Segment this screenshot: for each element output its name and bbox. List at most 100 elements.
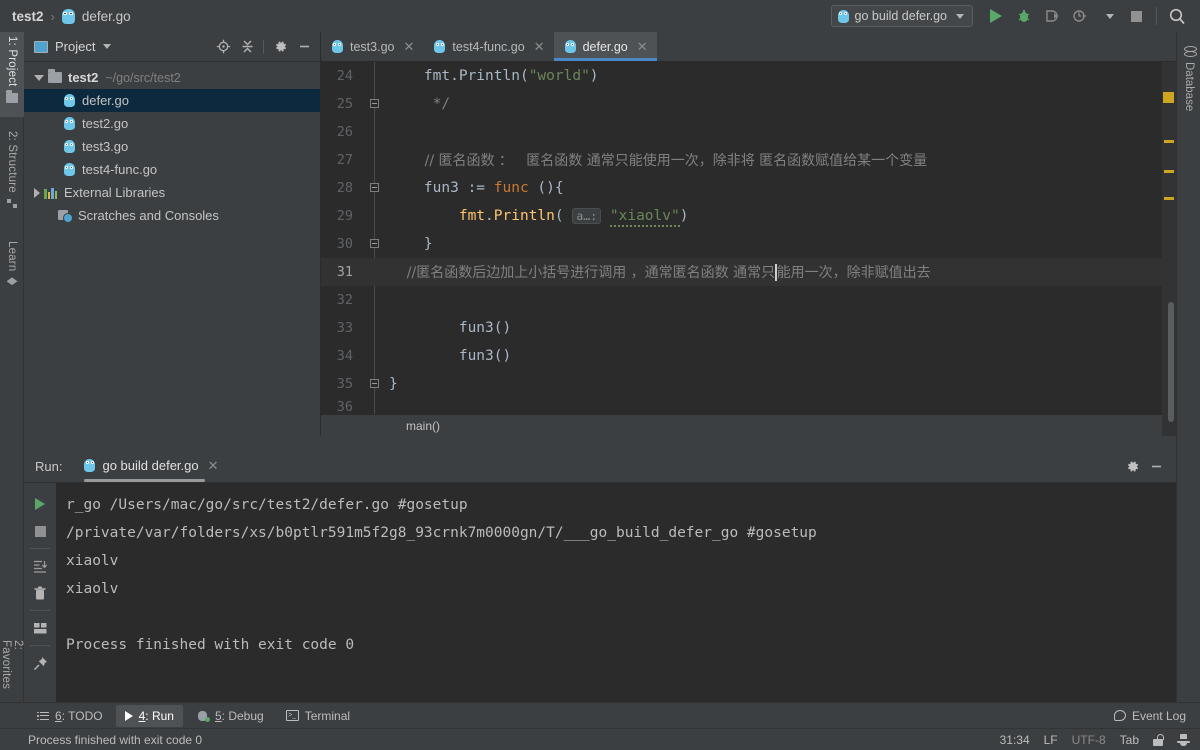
toolbar-divider bbox=[1156, 7, 1157, 25]
code-line[interactable]: 25 */ bbox=[321, 90, 1176, 118]
sidebar-tab-project[interactable]: 1: Project bbox=[0, 32, 24, 117]
indent-setting[interactable]: Tab bbox=[1120, 733, 1139, 747]
editor-scrollbar-thumb[interactable] bbox=[1168, 302, 1174, 422]
caret-position[interactable]: 31:34 bbox=[1000, 733, 1030, 747]
code-line[interactable]: 28 fun3 := func (){ bbox=[321, 174, 1176, 202]
debug-button[interactable] bbox=[1011, 3, 1037, 29]
editor-marker-gutter[interactable] bbox=[1162, 62, 1176, 436]
breadcrumb-file[interactable]: defer.go bbox=[82, 9, 131, 24]
fold-gutter[interactable] bbox=[363, 378, 385, 391]
close-icon[interactable]: ✕ bbox=[403, 40, 414, 53]
file-encoding[interactable]: UTF-8 bbox=[1072, 733, 1106, 747]
run-settings-button[interactable] bbox=[1122, 456, 1142, 476]
console-output[interactable]: r_go /Users/mac/go/src/test2/defer.go #g… bbox=[56, 483, 1176, 702]
close-icon[interactable]: ✕ bbox=[208, 459, 219, 472]
code-line[interactable]: 27 // 匿名函数 ： 匿名函数 通常只能使用一次，除非将 匿名函数赋值给某一… bbox=[321, 146, 1176, 174]
warning-marker-icon[interactable] bbox=[1164, 197, 1174, 200]
run-panel-header: Run: go build defer.go ✕ bbox=[24, 450, 1176, 483]
tree-node-defer-go[interactable]: defer.go bbox=[24, 89, 320, 112]
bottom-tab-debug[interactable]: 5: Debug bbox=[187, 705, 273, 727]
soft-wrap-button[interactable] bbox=[27, 615, 53, 641]
code-line[interactable]: 32 bbox=[321, 286, 1176, 314]
run-panel-tools bbox=[1122, 456, 1176, 476]
folder-icon bbox=[48, 69, 62, 83]
fold-gutter[interactable] bbox=[363, 182, 385, 195]
collapse-all-button[interactable] bbox=[237, 37, 257, 57]
fold-end-marker-icon[interactable] bbox=[369, 98, 379, 108]
rerun-button[interactable] bbox=[27, 491, 53, 517]
learn-icon bbox=[6, 277, 18, 288]
code-editor[interactable]: 24 fmt.Println("world") 25 */ 26 27 // 匿… bbox=[321, 62, 1176, 436]
code-text: fun3() bbox=[389, 320, 512, 336]
run-config-go-icon bbox=[837, 9, 849, 23]
code-lines: 24 fmt.Println("world") 25 */ 26 27 // 匿… bbox=[321, 62, 1176, 436]
sidebar-tab-database[interactable]: Database bbox=[1177, 40, 1200, 111]
code-line[interactable]: 29 fmt.Println( a…: "xiaolv") bbox=[321, 202, 1176, 230]
warning-marker-icon[interactable] bbox=[1164, 140, 1174, 143]
chevron-down-icon[interactable] bbox=[103, 44, 112, 49]
fold-end-marker-icon[interactable] bbox=[369, 238, 379, 248]
run-session-tab[interactable]: go build defer.go ✕ bbox=[84, 458, 219, 482]
expand-arrow-icon[interactable] bbox=[34, 74, 44, 81]
clear-console-button[interactable] bbox=[27, 580, 53, 606]
fold-gutter[interactable] bbox=[363, 238, 385, 251]
run-configuration-selector[interactable]: go build defer.go bbox=[830, 5, 973, 27]
pin-tab-button[interactable] bbox=[27, 650, 53, 676]
tree-node-test2[interactable]: test2 ~/go/src/test2 bbox=[24, 66, 320, 89]
bottom-tab-todo[interactable]: 6: TODO bbox=[28, 705, 112, 727]
code-line[interactable]: 30 } bbox=[321, 230, 1176, 258]
close-icon[interactable]: ✕ bbox=[534, 40, 545, 53]
line-separator[interactable]: LF bbox=[1044, 733, 1058, 747]
hide-run-panel-button[interactable] bbox=[1146, 456, 1166, 476]
run-with-coverage-button[interactable] bbox=[1039, 3, 1065, 29]
event-log-button[interactable]: Event Log bbox=[1113, 709, 1200, 723]
editor-tab-defer-go[interactable]: defer.go ✕ bbox=[553, 32, 657, 61]
fold-start-marker-icon[interactable] bbox=[369, 182, 379, 192]
sidebar-tab-database-label: Database bbox=[1183, 62, 1195, 112]
bottom-tab-run[interactable]: 4: Run bbox=[115, 704, 183, 727]
code-line[interactable]: 24 fmt.Println("world") bbox=[321, 62, 1176, 90]
project-panel-header: Project bbox=[24, 32, 320, 62]
code-line[interactable]: 35 } bbox=[321, 370, 1176, 398]
detective-hat-icon[interactable] bbox=[1177, 733, 1190, 746]
tree-node-external-libraries[interactable]: External Libraries bbox=[24, 181, 320, 204]
tree-node-scratches[interactable]: Scratches and Consoles bbox=[24, 204, 320, 227]
run-button[interactable] bbox=[983, 3, 1009, 29]
warning-marker-icon[interactable] bbox=[1163, 92, 1174, 103]
bottom-tab-terminal[interactable]: >_ Terminal bbox=[277, 705, 359, 727]
close-icon[interactable]: ✕ bbox=[637, 40, 648, 53]
sidebar-tab-structure[interactable]: 2: Structure bbox=[0, 127, 24, 227]
tree-node-test3-go[interactable]: test3.go bbox=[24, 135, 320, 158]
tree-node-test2-go[interactable]: test2.go bbox=[24, 112, 320, 135]
editor-breadcrumb-bar: main() bbox=[321, 414, 1176, 436]
editor-breadcrumb-main[interactable]: main() bbox=[406, 419, 440, 433]
tree-node-path: ~/go/src/test2 bbox=[105, 70, 181, 85]
code-line[interactable]: 26 bbox=[321, 118, 1176, 146]
status-message: Process finished with exit code 0 bbox=[28, 732, 203, 747]
collapse-arrow-icon[interactable] bbox=[34, 187, 40, 198]
code-line-active[interactable]: 31 //匿名函数后边加上小括号进行调用 ，通常匿名函数 通常只 能用一次，除非赋… bbox=[321, 258, 1176, 286]
editor-tab-test3-go[interactable]: test3.go ✕ bbox=[321, 32, 423, 61]
locate-file-button[interactable] bbox=[213, 37, 233, 57]
fold-gutter[interactable] bbox=[363, 98, 385, 111]
left-tool-window-strip: 1: Project 2: Structure Learn 2: Favorit… bbox=[0, 32, 24, 718]
project-settings-button[interactable] bbox=[270, 37, 290, 57]
scroll-to-end-button[interactable] bbox=[27, 553, 53, 579]
code-line[interactable]: 33 fun3() bbox=[321, 314, 1176, 342]
warning-marker-icon[interactable] bbox=[1164, 170, 1174, 173]
stop-process-button[interactable] bbox=[27, 518, 53, 544]
fold-end-marker-icon[interactable] bbox=[369, 378, 379, 388]
code-line[interactable]: 34 fun3() bbox=[321, 342, 1176, 370]
editor-tab-test4-func-go[interactable]: test4-func.go ✕ bbox=[423, 32, 553, 61]
unlocked-padlock-icon[interactable] bbox=[1153, 733, 1164, 746]
search-everywhere-button[interactable] bbox=[1164, 3, 1190, 29]
tree-node-test4-func-go[interactable]: test4-func.go bbox=[24, 158, 320, 181]
breadcrumb-project[interactable]: test2 bbox=[12, 9, 44, 24]
hide-panel-button[interactable] bbox=[294, 37, 314, 57]
go-file-icon bbox=[332, 40, 343, 53]
profile-button[interactable] bbox=[1067, 3, 1093, 29]
stop-button[interactable] bbox=[1123, 3, 1149, 29]
profile-dropdown[interactable] bbox=[1095, 3, 1121, 29]
sidebar-tab-favorites-label: 2: Favorites bbox=[0, 640, 24, 690]
sidebar-tab-learn[interactable]: Learn bbox=[0, 237, 24, 299]
